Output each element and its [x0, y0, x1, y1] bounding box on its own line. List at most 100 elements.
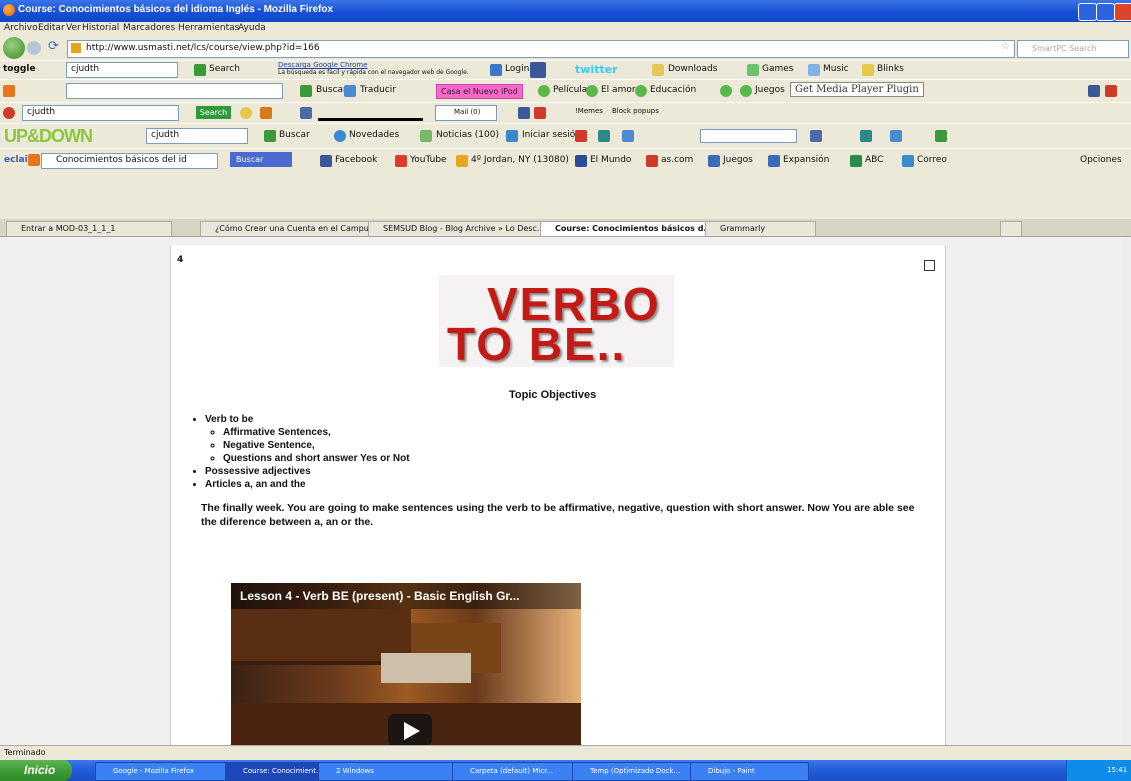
reload-icon[interactable]: ⟳: [48, 39, 59, 54]
blinks-button[interactable]: Blinks: [877, 64, 904, 74]
sub-search-input[interactable]: cjudth: [22, 105, 179, 121]
minimize-button[interactable]: [1078, 3, 1097, 21]
smiley-icon[interactable]: [240, 107, 252, 119]
login-button[interactable]: Login: [505, 64, 529, 74]
educacion-button[interactable]: Educación: [650, 85, 696, 95]
bookmark-youtube[interactable]: YouTube: [410, 155, 447, 165]
video-title[interactable]: Lesson 4 - Verb BE (present) - Basic Eng…: [231, 583, 581, 609]
downloads-button[interactable]: Downloads: [668, 64, 717, 74]
page-scrollbar[interactable]: [1123, 237, 1131, 745]
grid-icon[interactable]: [810, 130, 822, 142]
bookmarks-logo: eclai: [4, 155, 28, 165]
bookmark-facebook[interactable]: Facebook: [335, 155, 377, 165]
bookmark-abc[interactable]: ABC: [865, 155, 883, 165]
juegos-button[interactable]: Juegos: [755, 85, 785, 95]
window-titlebar[interactable]: Course: Conocimientos básicos del idioma…: [0, 0, 1131, 22]
section-checkbox[interactable]: [924, 260, 935, 271]
weather-icon[interactable]: [622, 130, 634, 142]
taskbar-item-google[interactable]: Google - Mozilla Firefox: [95, 762, 234, 781]
buscar-button[interactable]: Buscar: [316, 85, 347, 95]
taskbar-item-paint[interactable]: Dibujo - Paint: [690, 762, 809, 781]
iniciar-sesion-icon: [506, 130, 518, 142]
verbo-to-be-image: VERBO TO BE..: [439, 275, 674, 370]
tab-new[interactable]: [1000, 221, 1022, 236]
bookmark-correo[interactable]: Correo: [917, 155, 947, 165]
toggle-search-button[interactable]: Search: [209, 64, 240, 74]
toolbar-filler: [0, 173, 1131, 219]
correo-icon: [902, 155, 914, 167]
taskbar-item-windows[interactable]: 2 Windows: [318, 762, 467, 781]
updown-dropdown[interactable]: [700, 129, 797, 143]
bookmark-expansion[interactable]: Expansión: [783, 155, 829, 165]
el-amor-button[interactable]: El amor: [601, 85, 636, 95]
toggle-search-input[interactable]: cjudth: [66, 62, 178, 78]
opciones-button[interactable]: Opciones: [1080, 155, 1122, 165]
updown-buscar-button[interactable]: Buscar: [279, 130, 310, 140]
site-favicon-icon: [71, 43, 81, 53]
menu-ayuda[interactable]: Ayuda: [238, 23, 266, 33]
memes-button[interactable]: !Memes: [575, 107, 603, 115]
tab-grammarly[interactable]: Grammarly: [705, 221, 816, 236]
facebook-small-icon[interactable]: [1088, 85, 1100, 97]
fire-icon[interactable]: [260, 107, 272, 119]
media-player-plugin-button[interactable]: Get Media Player Plugin: [790, 82, 924, 97]
bookmarks-buscar-button[interactable]: Buscar: [230, 152, 292, 167]
music-icon: [808, 64, 820, 76]
close-button[interactable]: [1114, 3, 1131, 21]
elmundo-icon: [575, 155, 587, 167]
twitter-button[interactable]: twitter: [575, 63, 618, 76]
facebook-tb-icon[interactable]: [518, 107, 530, 119]
tab-crear-cuenta[interactable]: ¿Cómo Crear una Cuenta en el Campus...: [200, 221, 376, 236]
facebook-icon[interactable]: [530, 62, 546, 78]
menu-editar[interactable]: Editar: [38, 23, 65, 33]
buscar-input[interactable]: [66, 83, 283, 99]
bookmarks-search-input[interactable]: Conocimientos básicos del id: [41, 153, 218, 169]
taskbar-item-temp[interactable]: Temp (Optimizado Dock...: [572, 762, 706, 781]
bookmark-elmundo[interactable]: El Mundo: [590, 155, 631, 165]
app2-icon[interactable]: [860, 130, 872, 142]
news-icon[interactable]: [534, 107, 546, 119]
menu-archivo[interactable]: Archivo: [4, 23, 38, 33]
promo-button[interactable]: Casa el Nuevo iPod: [436, 84, 523, 99]
iniciar-sesion-button[interactable]: Iniciar sesión: [522, 130, 581, 140]
menu-herramientas[interactable]: Herramientas: [178, 23, 239, 33]
games-button[interactable]: Games: [762, 64, 793, 74]
video-player[interactable]: Lesson 4 - Verb BE (present) - Basic Eng…: [231, 583, 581, 745]
menu-icon[interactable]: [3, 85, 15, 97]
noticias-button[interactable]: Noticias (100): [436, 130, 499, 140]
novedades-button[interactable]: Novedades: [349, 130, 399, 140]
teal-app-icon[interactable]: [598, 130, 610, 142]
browser-search-input[interactable]: SmartPC Search: [1017, 40, 1129, 58]
block-popups-button[interactable]: Block popups: [612, 107, 659, 115]
menu-historial[interactable]: Historial: [82, 23, 119, 33]
taskbar-item-carpeta[interactable]: Carpeta (default) Micr...: [452, 762, 586, 781]
bookmark-juegos[interactable]: Juegos: [723, 155, 753, 165]
tv-icon[interactable]: [300, 107, 312, 119]
globe-icon[interactable]: [720, 85, 732, 97]
tab-semsud-blog[interactable]: SEMSUD Blog - Blog Archive » Lo Desc...: [368, 221, 549, 236]
red-app-icon[interactable]: [575, 130, 587, 142]
pdf-icon[interactable]: [1105, 85, 1117, 97]
traducir-button[interactable]: Traducir: [360, 85, 396, 95]
maximize-button[interactable]: [1096, 3, 1115, 21]
sub-search-button[interactable]: Search: [196, 106, 231, 119]
tab-course[interactable]: Course: Conocimientos básicos d...: [540, 221, 711, 236]
music-button[interactable]: Music: [823, 64, 849, 74]
back-button[interactable]: [3, 37, 25, 59]
updown-input[interactable]: cjudth: [146, 128, 248, 144]
menu-marcadores[interactable]: Marcadores: [123, 23, 175, 33]
window-icon[interactable]: [890, 130, 902, 142]
menu-ver[interactable]: Ver: [66, 23, 81, 33]
bookmark-as[interactable]: as.com: [661, 155, 693, 165]
clock[interactable]: 15:41: [1107, 766, 1127, 774]
tab-entrar-mod[interactable]: Entrar a MOD-03_1_1_1: [6, 221, 172, 236]
app3-icon[interactable]: [935, 130, 947, 142]
juegos-icon: [740, 85, 752, 97]
bookmark-weather[interactable]: 4º Jordan, NY (13080): [471, 155, 569, 165]
bookmark-star-icon[interactable]: ☆: [1001, 41, 1010, 52]
start-button[interactable]: Inicio: [0, 760, 72, 781]
mail-dropdown[interactable]: Mail (0): [435, 105, 497, 121]
ad-link[interactable]: Descarga Google Chrome: [278, 61, 368, 69]
url-bar[interactable]: http://www.usmasti.net/lcs/course/view.p…: [67, 40, 1015, 58]
forward-button[interactable]: [27, 41, 41, 55]
